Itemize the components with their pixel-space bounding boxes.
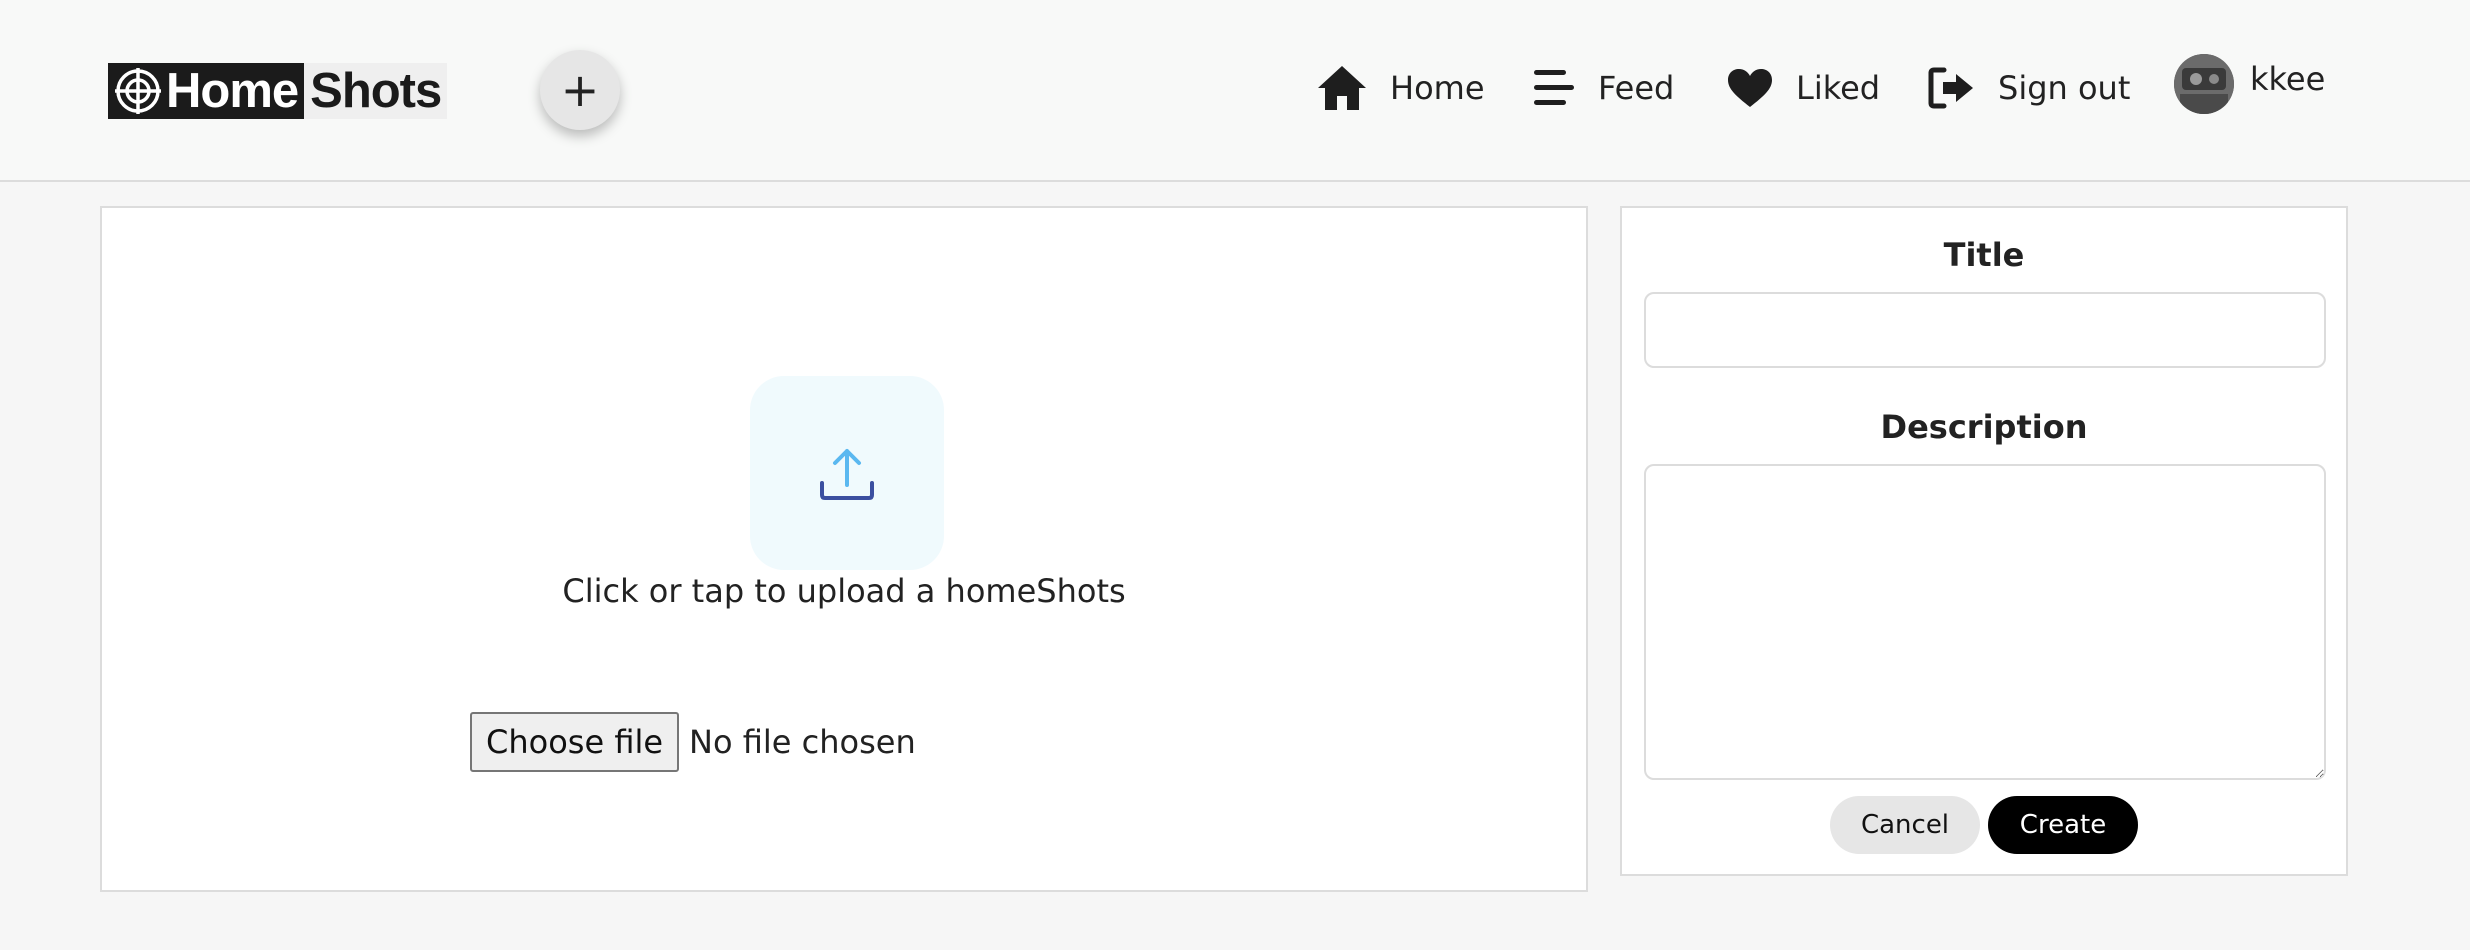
create-button[interactable]: Create bbox=[1988, 796, 2138, 854]
username[interactable]: kkee bbox=[2250, 60, 2325, 98]
sign-out-icon bbox=[1928, 67, 1973, 109]
logo-home-part: Home bbox=[108, 63, 305, 119]
description-input[interactable] bbox=[1644, 464, 2326, 780]
upload-dropzone[interactable] bbox=[750, 376, 944, 570]
home-icon bbox=[1318, 66, 1366, 110]
cancel-button[interactable]: Cancel bbox=[1830, 796, 1980, 854]
upload-prompt: Click or tap to upload a homeShots bbox=[562, 572, 1126, 610]
file-status: No file chosen bbox=[689, 723, 916, 761]
logo[interactable]: Home Shots bbox=[108, 63, 448, 119]
description-label: Description bbox=[1880, 408, 2088, 446]
nav-liked-label: Liked bbox=[1796, 69, 1881, 107]
nav-feed[interactable]: Feed bbox=[1532, 56, 1674, 120]
heart-icon bbox=[1728, 69, 1772, 107]
logo-text-home: Home bbox=[166, 64, 299, 118]
top-bar: Home Shots + Home Feed Liked Sign out kk… bbox=[0, 0, 2470, 182]
nav-feed-label: Feed bbox=[1598, 69, 1675, 107]
feed-icon bbox=[1534, 70, 1574, 105]
avatar-photo bbox=[2174, 54, 2234, 114]
file-input[interactable]: Choose file No file chosen bbox=[470, 712, 916, 772]
title-label: Title bbox=[1943, 236, 2025, 274]
choose-file-button[interactable]: Choose file bbox=[470, 712, 680, 772]
nav-home-label: Home bbox=[1390, 69, 1485, 107]
logo-text-shots: Shots bbox=[310, 64, 442, 118]
logo-shots-part: Shots bbox=[304, 63, 448, 119]
post-form: Title Description Cancel Create bbox=[1620, 206, 2348, 876]
plus-icon: + bbox=[560, 63, 600, 117]
title-input[interactable] bbox=[1644, 292, 2326, 368]
nav-sign-out[interactable]: Sign out bbox=[1928, 56, 2130, 120]
upload-icon bbox=[820, 449, 874, 500]
avatar[interactable] bbox=[2174, 54, 2234, 114]
nav-sign-out-label: Sign out bbox=[1998, 69, 2131, 107]
nav-liked[interactable]: Liked bbox=[1726, 56, 1880, 120]
nav-home[interactable]: Home bbox=[1316, 56, 1485, 120]
add-post-button[interactable]: + bbox=[540, 50, 620, 130]
upload-panel[interactable]: Click or tap to upload a homeShots Choos… bbox=[100, 206, 1588, 892]
crosshair-icon bbox=[115, 68, 161, 114]
